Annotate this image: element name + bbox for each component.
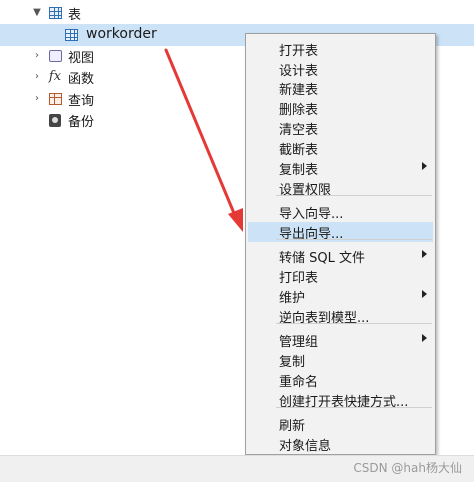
chevron-right-icon[interactable]: › — [32, 50, 42, 61]
chevron-down-icon[interactable]: ▼ — [32, 7, 42, 18]
query-icon — [48, 92, 62, 106]
menu-item-label: 对象信息 — [279, 439, 332, 454]
menu-item-rename[interactable]: 重命名 — [248, 370, 433, 390]
tree-node-label: 表 — [68, 8, 82, 23]
tree-node-label: 函数 — [68, 72, 95, 87]
watermark: CSDN @hah杨大仙 — [353, 461, 462, 475]
menu-item-label: 新建表 — [279, 83, 319, 98]
menu-item-label: 打开表 — [279, 44, 319, 59]
menu-item-print-table[interactable]: 打印表 — [248, 266, 433, 286]
menu-item-copy[interactable]: 复制 — [248, 350, 433, 370]
menu-item-label: 管理组 — [279, 335, 319, 350]
menu-item-label: 设计表 — [279, 64, 319, 79]
menu-item-empty-table[interactable]: 清空表 — [248, 118, 433, 138]
menu-item-label: 截断表 — [279, 143, 319, 158]
view-icon — [48, 49, 62, 63]
menu-item-label: 刷新 — [279, 419, 306, 434]
menu-item-label: 打印表 — [279, 271, 319, 286]
menu-item-import-wizard[interactable]: 导入向导... — [248, 202, 433, 222]
menu-item-label: 复制表 — [279, 163, 319, 178]
menu-item-dump-sql-file[interactable]: 转储 SQL 文件 — [248, 246, 433, 266]
menu-item-maintain[interactable]: 维护 — [248, 286, 433, 306]
chevron-right-icon[interactable]: › — [32, 71, 42, 82]
menu-item-copy-table[interactable]: 复制表 — [248, 158, 433, 178]
menu-item-design-table[interactable]: 设计表 — [248, 59, 433, 79]
table-icon — [64, 28, 78, 42]
menu-item-label: 维护 — [279, 291, 306, 306]
tree-node-queries[interactable]: › 查询 — [0, 88, 200, 110]
table-icon — [48, 6, 62, 20]
menu-item-object-info[interactable]: 对象信息 — [248, 434, 433, 454]
menu-separator — [276, 239, 432, 240]
menu-item-manage-group[interactable]: 管理组 — [248, 330, 433, 350]
submenu-arrow-icon — [422, 162, 427, 170]
submenu-arrow-icon — [422, 334, 427, 342]
menu-item-label: 清空表 — [279, 123, 319, 138]
tree-node-label: 备份 — [68, 115, 95, 130]
menu-separator — [276, 407, 432, 408]
menu-item-label: 删除表 — [279, 103, 319, 118]
tree-node-tables[interactable]: ▼ 表 — [0, 2, 200, 24]
menu-item-truncate-table[interactable]: 截断表 — [248, 138, 433, 158]
function-icon: fx — [48, 68, 62, 84]
tree-node-label: workorder — [86, 26, 157, 42]
chevron-right-icon[interactable]: › — [32, 93, 42, 104]
backup-icon — [48, 113, 62, 127]
menu-item-label: 重命名 — [279, 375, 319, 390]
menu-item-label: 复制 — [279, 355, 306, 370]
tree-node-functions[interactable]: › fx 函数 — [0, 66, 200, 88]
menu-item-delete-table[interactable]: 删除表 — [248, 98, 433, 118]
menu-separator — [276, 323, 432, 324]
menu-item-new-table[interactable]: 新建表 — [248, 78, 433, 98]
menu-item-label: 导入向导... — [279, 207, 344, 222]
submenu-arrow-icon — [422, 250, 427, 258]
tree-node-views[interactable]: › 视图 — [0, 45, 200, 67]
context-menu: 打开表 设计表 新建表 删除表 清空表 截断表 复制表 设置权限 导入向导... 导出向导... 转… — [245, 33, 436, 455]
tree-node-label: 查询 — [68, 94, 95, 109]
menu-item-refresh[interactable]: 刷新 — [248, 414, 433, 434]
menu-item-open-table[interactable]: 打开表 — [248, 39, 433, 59]
tree-node-backups[interactable]: 备份 — [0, 109, 200, 131]
menu-item-label: 转储 SQL 文件 — [279, 251, 365, 266]
tree-node-label: 视图 — [68, 51, 95, 66]
menu-separator — [276, 195, 432, 196]
submenu-arrow-icon — [422, 290, 427, 298]
